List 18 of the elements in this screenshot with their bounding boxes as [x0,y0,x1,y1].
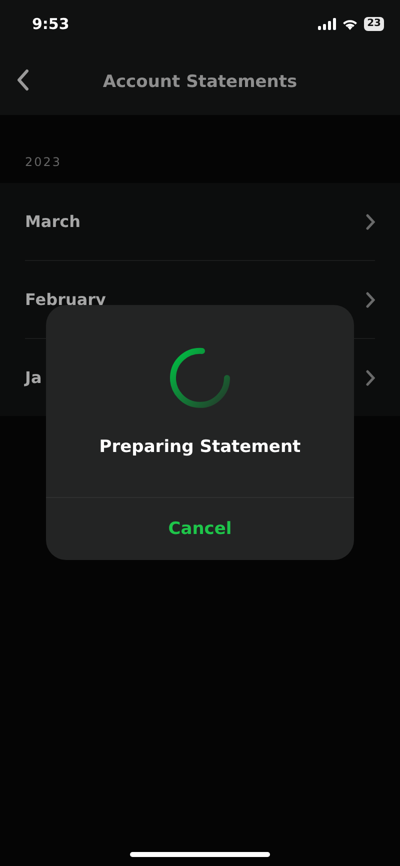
chevron-icon [366,214,375,230]
chevron-icon [366,370,375,386]
chevron-icon [366,292,375,308]
wifi-icon [342,18,358,30]
loading-spinner-icon [169,347,231,409]
month-label: February [25,290,106,309]
status-time: 9:53 [32,15,70,33]
section-header: 2023 [25,155,62,169]
month-label: Ja [25,368,42,387]
screen-title: Account Statements [102,72,298,92]
month-row[interactable]: Ja [25,339,375,416]
dialog-message: Preparing Statement [99,437,301,457]
back-button[interactable] [16,69,30,91]
month-row[interactable]: March [25,183,375,261]
battery-level: 23 [364,17,384,31]
signal-icon [318,18,336,30]
month-label: March [25,212,80,231]
cancel-button[interactable]: Cancel [162,517,238,541]
